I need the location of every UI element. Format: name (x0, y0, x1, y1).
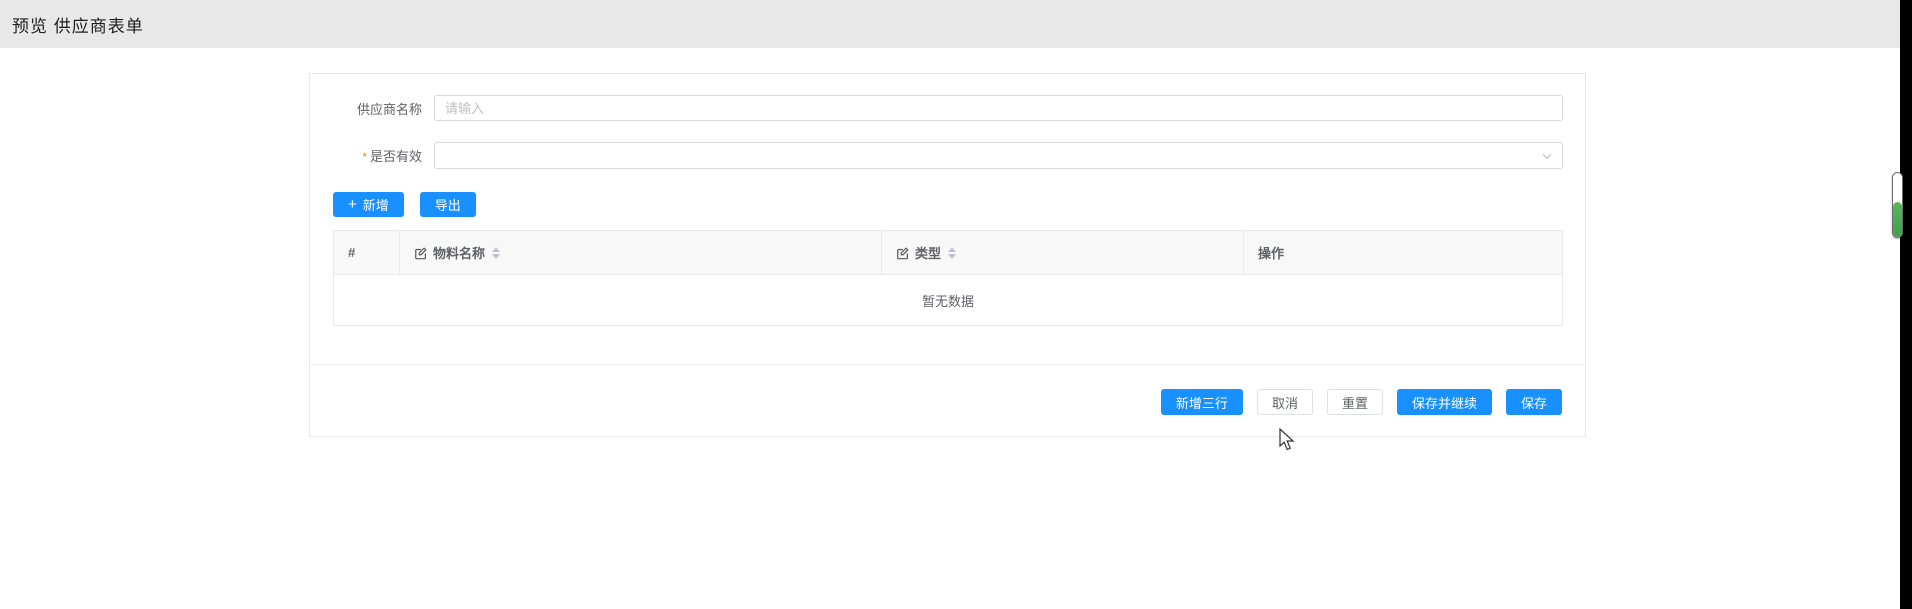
export-button-label: 导出 (435, 195, 461, 214)
form-card: 供应商名称 *是否有效 + 新增 导出 (309, 73, 1586, 437)
required-asterisk: * (362, 150, 367, 164)
column-header-material-name[interactable]: 物料名称 (400, 231, 882, 274)
add-button-label: 新增 (363, 195, 389, 214)
column-header-type[interactable]: 类型 (882, 231, 1244, 274)
export-button[interactable]: 导出 (420, 192, 476, 217)
page-title: 预览 供应商表单 (12, 12, 144, 37)
footer-divider (311, 364, 1584, 365)
reset-button[interactable]: 重置 (1327, 389, 1383, 415)
edit-icon (896, 246, 910, 260)
table-toolbar: + 新增 导出 (333, 192, 476, 217)
field-row-is-valid: *是否有效 (331, 142, 1563, 169)
save-and-continue-button[interactable]: 保存并继续 (1397, 389, 1492, 415)
add-three-rows-button[interactable]: 新增三行 (1161, 389, 1243, 415)
detail-table: # 物料名称 类型 (333, 230, 1563, 326)
add-button[interactable]: + 新增 (333, 192, 404, 217)
sort-icon[interactable] (948, 247, 956, 259)
chevron-down-icon (1541, 150, 1553, 162)
empty-text: 暂无数据 (922, 291, 974, 310)
plus-icon: + (348, 197, 357, 212)
scroll-indicator-widget[interactable] (1892, 172, 1903, 238)
sort-icon[interactable] (492, 247, 500, 259)
supplier-name-input[interactable] (434, 95, 1563, 121)
table-empty-state: 暂无数据 (334, 275, 1562, 325)
scroll-indicator-fill (1893, 202, 1902, 237)
edit-icon (414, 246, 428, 260)
supplier-name-label: 供应商名称 (331, 99, 422, 118)
column-header-index: # (334, 231, 400, 274)
is-valid-select[interactable] (434, 142, 1563, 169)
save-button[interactable]: 保存 (1506, 389, 1562, 415)
is-valid-label: *是否有效 (331, 146, 422, 165)
field-row-supplier-name: 供应商名称 (331, 95, 1563, 121)
footer-actions: 新增三行 取消 重置 保存并继续 保存 (1161, 389, 1562, 415)
page-header: 预览 供应商表单 (0, 0, 1900, 48)
table-header-row: # 物料名称 类型 (334, 231, 1562, 275)
screen-right-edge (1900, 0, 1912, 609)
screen: 预览 供应商表单 供应商名称 *是否有效 + (0, 0, 1912, 609)
column-header-actions: 操作 (1244, 231, 1562, 274)
cancel-button[interactable]: 取消 (1257, 389, 1313, 415)
